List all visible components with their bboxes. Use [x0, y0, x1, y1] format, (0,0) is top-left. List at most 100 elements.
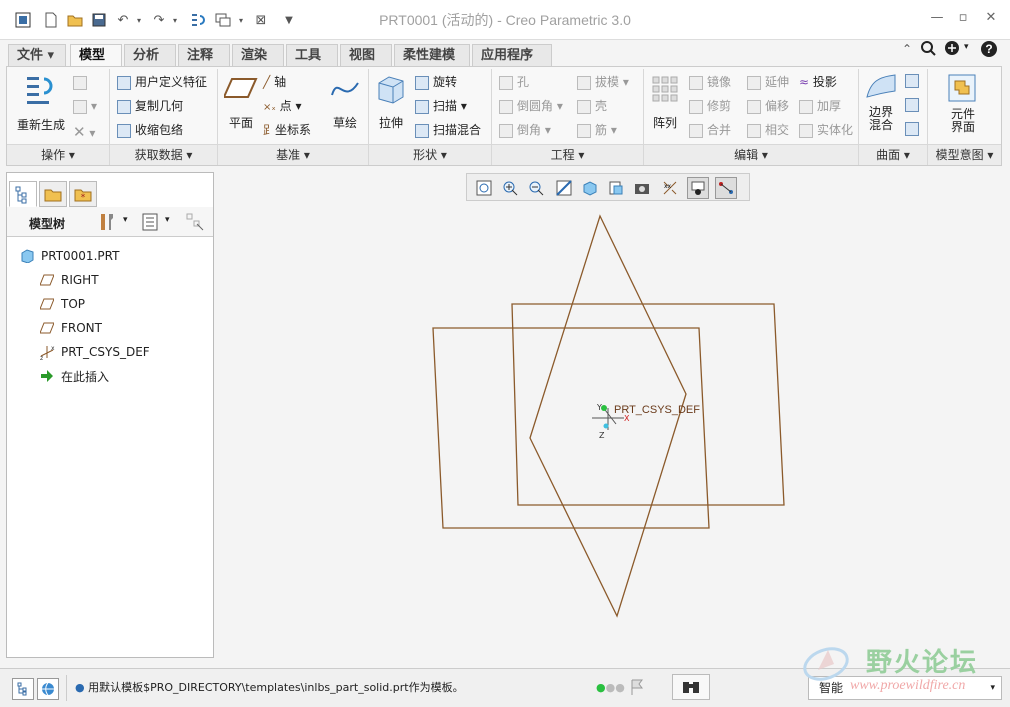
datum-display-filters-icon[interactable] — [687, 177, 709, 199]
plane-button[interactable]: 平面 — [221, 73, 261, 131]
copy-geometry-button[interactable]: 复制几何 — [117, 97, 183, 114]
group-model-intent[interactable]: 模型意图 ▾ — [928, 144, 1001, 165]
offset-button[interactable]: 偏移 — [747, 97, 789, 114]
copy-icon[interactable] — [73, 75, 91, 90]
solidify-button[interactable]: 实体化 — [799, 121, 853, 138]
project-button[interactable]: ≈ 投影 — [799, 73, 837, 90]
paste-icon[interactable]: ▾ — [73, 99, 97, 114]
tree-item-top[interactable]: TOP — [39, 295, 85, 313]
datum-plane-front[interactable] — [432, 327, 710, 529]
freestyle-surface-icon[interactable] — [905, 121, 923, 136]
favorites-tab-icon[interactable]: * — [69, 181, 97, 207]
redo-dropdown-icon[interactable]: ▾ — [166, 11, 184, 29]
toggle-browser-icon[interactable] — [37, 678, 59, 700]
tab-render[interactable]: 渲染 — [232, 44, 284, 66]
regeneration-status-icon[interactable]: ●●● — [596, 681, 625, 694]
group-editing[interactable]: 编辑 ▾ — [644, 144, 858, 165]
model-tree-tab-icon[interactable] — [9, 181, 37, 207]
revolve-button[interactable]: 旋转 — [415, 73, 457, 90]
rib-button[interactable]: 筋 ▾ — [577, 121, 617, 138]
display-style-icon[interactable] — [579, 177, 601, 199]
chamfer-button[interactable]: 倒角 ▾ — [499, 121, 551, 138]
intersect-button[interactable]: 相交 — [747, 121, 789, 138]
group-get-data[interactable]: 获取数据 ▾ — [110, 144, 217, 165]
show-icon[interactable] — [141, 212, 159, 235]
help-icon[interactable]: ? — [980, 40, 998, 61]
close-button[interactable]: ✕ — [980, 10, 1002, 28]
sketch-button[interactable]: 草绘 — [325, 73, 365, 131]
saved-orientations-icon[interactable] — [605, 177, 627, 199]
swept-blend-button[interactable]: 扫描混合 — [415, 121, 481, 138]
group-surfaces[interactable]: 曲面 ▾ — [859, 144, 927, 165]
style-surface-icon[interactable] — [905, 97, 923, 112]
search-icon[interactable] — [920, 40, 936, 59]
tab-annotate[interactable]: 注释 — [178, 44, 230, 66]
zoom-out-icon[interactable] — [525, 177, 547, 199]
windows-icon[interactable] — [214, 11, 232, 29]
csys-button[interactable]: ⻊坐标系 — [263, 121, 311, 138]
round-button[interactable]: 倒圆角 ▾ — [499, 97, 563, 114]
shrinkwrap-button[interactable]: 收缩包络 — [117, 121, 183, 138]
minimize-button[interactable]: — — [926, 10, 948, 28]
axis-button[interactable]: ╱ 轴 — [263, 73, 286, 90]
tree-item-front[interactable]: FRONT — [39, 319, 102, 337]
maximize-button[interactable]: ▫ — [952, 10, 974, 28]
pattern-button[interactable]: 阵列 — [647, 73, 683, 131]
open-folder-icon[interactable] — [66, 11, 84, 29]
point-button[interactable]: ×ₓ 点 ▾ — [263, 97, 302, 114]
flag-icon[interactable] — [630, 678, 644, 699]
tab-view[interactable]: 视图 — [340, 44, 392, 66]
group-datum[interactable]: 基准 ▾ — [218, 144, 368, 165]
perspective-icon[interactable]: xx — [659, 177, 681, 199]
tab-file[interactable]: 文件 ▾ — [8, 44, 66, 66]
zoom-in-icon[interactable] — [499, 177, 521, 199]
tab-analysis[interactable]: 分析 — [124, 44, 176, 66]
folder-browser-tab-icon[interactable] — [39, 181, 67, 207]
delete-icon[interactable]: ✕ ▾ — [73, 123, 95, 141]
thicken-button[interactable]: 加厚 — [799, 97, 841, 114]
regenerate-quick-icon[interactable] — [190, 11, 208, 29]
boundary-blend-button[interactable]: 边界混合 — [861, 73, 901, 132]
repaint-icon[interactable] — [553, 177, 575, 199]
refit-icon[interactable] — [473, 177, 495, 199]
graphics-window[interactable]: X Y Z PRT_CSYS_DEF — [216, 172, 1010, 658]
fill-surface-icon[interactable] — [905, 73, 923, 88]
tree-settings-dropdown-icon[interactable]: ▾ — [123, 215, 128, 225]
extend-button[interactable]: 延伸 — [747, 73, 789, 90]
sweep-button[interactable]: 扫描 ▾ — [415, 97, 467, 114]
tree-item-part[interactable]: PRT0001.PRT — [19, 247, 119, 265]
new-file-icon[interactable] — [42, 11, 60, 29]
group-engineering[interactable]: 工程 ▾ — [492, 144, 643, 165]
csys-glyph[interactable]: X Y Z PRT_CSYS_DEF — [592, 403, 700, 440]
trim-button[interactable]: 修剪 — [689, 97, 731, 114]
tree-item-insert-here[interactable]: 在此插入 — [39, 367, 109, 385]
show-dropdown-icon[interactable]: ▾ — [165, 215, 170, 225]
undo-dropdown-icon[interactable]: ▾ — [130, 11, 148, 29]
udf-button[interactable]: 用户定义特征 — [117, 73, 207, 90]
annotation-display-icon[interactable] — [715, 177, 737, 199]
tree-item-right[interactable]: RIGHT — [39, 271, 99, 289]
find-icon[interactable] — [672, 674, 710, 700]
tree-item-csys[interactable]: zx PRT_CSYS_DEF — [39, 343, 150, 361]
component-interface-button[interactable]: 元件界面 — [941, 73, 985, 134]
community-icon[interactable] — [944, 40, 960, 59]
extrude-button[interactable]: 拉伸 — [371, 73, 411, 131]
hole-button[interactable]: 孔 — [499, 73, 529, 90]
merge-button[interactable]: 合并 — [689, 121, 731, 138]
save-icon[interactable] — [90, 11, 108, 29]
app-menu-icon[interactable] — [14, 11, 32, 29]
tab-flexible-modeling[interactable]: 柔性建模 — [394, 44, 470, 66]
tab-model[interactable]: 模型 — [70, 44, 122, 67]
tree-filter-icon[interactable] — [185, 212, 205, 235]
tab-applications[interactable]: 应用程序 — [472, 44, 552, 66]
windows-dropdown-icon[interactable]: ▾ — [232, 11, 250, 29]
toggle-navigator-icon[interactable] — [12, 678, 34, 700]
tree-settings-icon[interactable] — [97, 212, 117, 235]
group-operations[interactable]: 操作 ▾ — [7, 144, 109, 165]
minimize-ribbon-icon[interactable]: ⌃ — [902, 42, 912, 56]
shell-button[interactable]: 壳 — [577, 97, 607, 114]
community-dropdown-icon[interactable]: ▾ — [964, 42, 969, 52]
group-shapes[interactable]: 形状 ▾ — [369, 144, 491, 165]
regenerate-button[interactable]: 重新生成 — [11, 73, 71, 133]
tab-tools[interactable]: 工具 — [286, 44, 338, 66]
